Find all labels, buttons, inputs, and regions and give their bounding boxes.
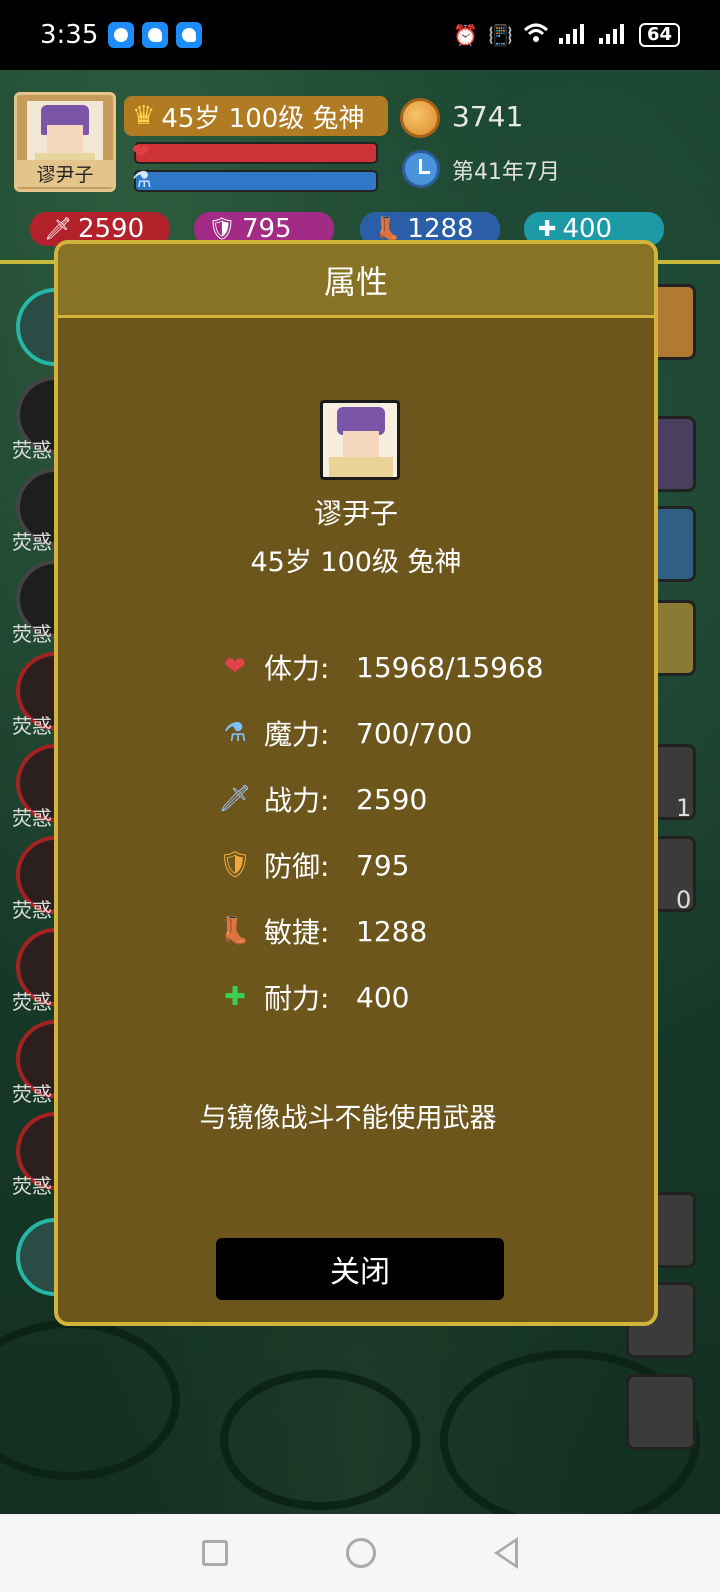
- stat-value: 15968/15968: [356, 650, 544, 684]
- side-label: 荧惑: [12, 714, 52, 738]
- status-time: 3:35: [40, 20, 99, 50]
- game-date: 第41年7月: [452, 160, 560, 185]
- stat-row-stamina: ✚ 耐力: 400: [218, 964, 638, 1030]
- signal-icon: [558, 22, 589, 49]
- player-avatar[interactable]: 谬尹子: [14, 92, 116, 192]
- stat-value: 400: [356, 980, 410, 1014]
- signal-icon: [598, 22, 629, 49]
- stat-value: 700/700: [356, 716, 473, 750]
- stat-row-hp: ❤ 体力: 15968/15968: [218, 634, 638, 700]
- vine-decoration: [0, 1320, 180, 1480]
- attributes-dialog: 属性 谬尹子 45岁 100级 兔神 ❤ 体力: 15968/15968 ⚗ 魔…: [54, 240, 658, 1326]
- dialog-title: 属性: [58, 244, 654, 318]
- stat-value: 795: [356, 848, 410, 882]
- player-title: 45岁 100级 兔神: [161, 103, 365, 134]
- health-cross-icon: ✚: [224, 982, 246, 1012]
- back-button[interactable]: [626, 1374, 696, 1450]
- alarm-icon: ⏰: [453, 23, 479, 47]
- boot-icon: 👢: [218, 916, 252, 946]
- character-portrait: [320, 400, 400, 480]
- health-cross-icon: ✚: [538, 216, 557, 242]
- stat-row-agility: 👢 敏捷: 1288: [218, 898, 638, 964]
- close-button[interactable]: 关闭: [216, 1238, 504, 1300]
- title-banner: ♛ 45岁 100级 兔神: [124, 96, 388, 136]
- avatar-name: 谬尹子: [17, 160, 113, 187]
- stat-row-mp: ⚗ 魔力: 700/700: [218, 700, 638, 766]
- sword-icon: 🗡: [218, 784, 252, 814]
- side-label: 荧惑: [12, 898, 52, 922]
- vine-decoration: [220, 1370, 420, 1510]
- boot-icon: 👢: [374, 216, 402, 242]
- shield-icon: 🛡: [218, 850, 252, 880]
- side-label: 荧惑: [12, 806, 52, 830]
- mana-potion-icon: ⚗: [223, 718, 247, 748]
- red-potion-count: 1: [676, 794, 692, 822]
- mp-bar: ⚗: [132, 168, 378, 193]
- stat-label: 战力:: [264, 784, 330, 817]
- stat-label: 防御:: [264, 850, 330, 883]
- system-nav-bar: [0, 1514, 720, 1592]
- wifi-icon: [523, 22, 549, 49]
- shield-icon: 🛡: [208, 216, 236, 242]
- character-name: 谬尹子: [313, 497, 398, 530]
- qq-icon: [176, 22, 203, 48]
- crown-icon: ♛: [132, 101, 156, 131]
- dialog-notice: 与镜像战斗不能使用武器: [199, 1103, 497, 1134]
- stat-row-defense: 🛡 防御: 795: [218, 832, 638, 898]
- mana-potion-icon: ⚗: [132, 168, 152, 193]
- coin-icon: [400, 98, 440, 138]
- blue-potion-count: 0: [676, 886, 692, 914]
- home-icon[interactable]: [346, 1538, 376, 1568]
- game-area: 谬尹子 ♛ 45岁 100级 兔神 ❤ ⚗ 3741 第41年7月 🗡 2590…: [0, 70, 720, 1514]
- clock-icon: [402, 150, 440, 188]
- coin-value: 3741: [452, 100, 524, 133]
- qq-icon: [142, 22, 169, 48]
- hp-bar: ❤: [132, 140, 378, 165]
- heart-icon: ❤: [132, 140, 151, 165]
- stat-label: 魔力:: [264, 718, 330, 751]
- stat-value: 1288: [356, 914, 428, 948]
- stat-row-attack: 🗡 战力: 2590: [218, 766, 638, 832]
- side-label: 荧惑: [12, 530, 52, 554]
- stats-list: ❤ 体力: 15968/15968 ⚗ 魔力: 700/700 🗡 战力: 25…: [218, 634, 638, 1030]
- battery-indicator: 64: [638, 23, 680, 47]
- status-bar: 3:35 ⏰ 📳 64: [0, 0, 720, 70]
- stat-value: 2590: [356, 782, 428, 816]
- side-label: 荧惑: [12, 438, 52, 462]
- side-label: 荧惑: [12, 990, 52, 1014]
- avatar: [27, 101, 103, 167]
- side-label: 荧惑: [12, 1082, 52, 1106]
- side-label: 荧惑: [12, 1174, 52, 1198]
- message-icon: [108, 22, 135, 48]
- stat-label: 敏捷:: [264, 916, 330, 949]
- side-label: 荧惑: [12, 622, 52, 646]
- back-icon[interactable]: [494, 1537, 518, 1569]
- heart-icon: ❤: [224, 652, 246, 682]
- sword-icon: 🗡: [44, 216, 72, 242]
- stat-label: 体力:: [264, 652, 330, 685]
- stat-label: 耐力:: [264, 982, 330, 1015]
- character-subtitle: 45岁 100级 兔神: [250, 547, 462, 578]
- recent-apps-icon[interactable]: [202, 1540, 228, 1566]
- vibrate-icon: 📳: [488, 23, 513, 47]
